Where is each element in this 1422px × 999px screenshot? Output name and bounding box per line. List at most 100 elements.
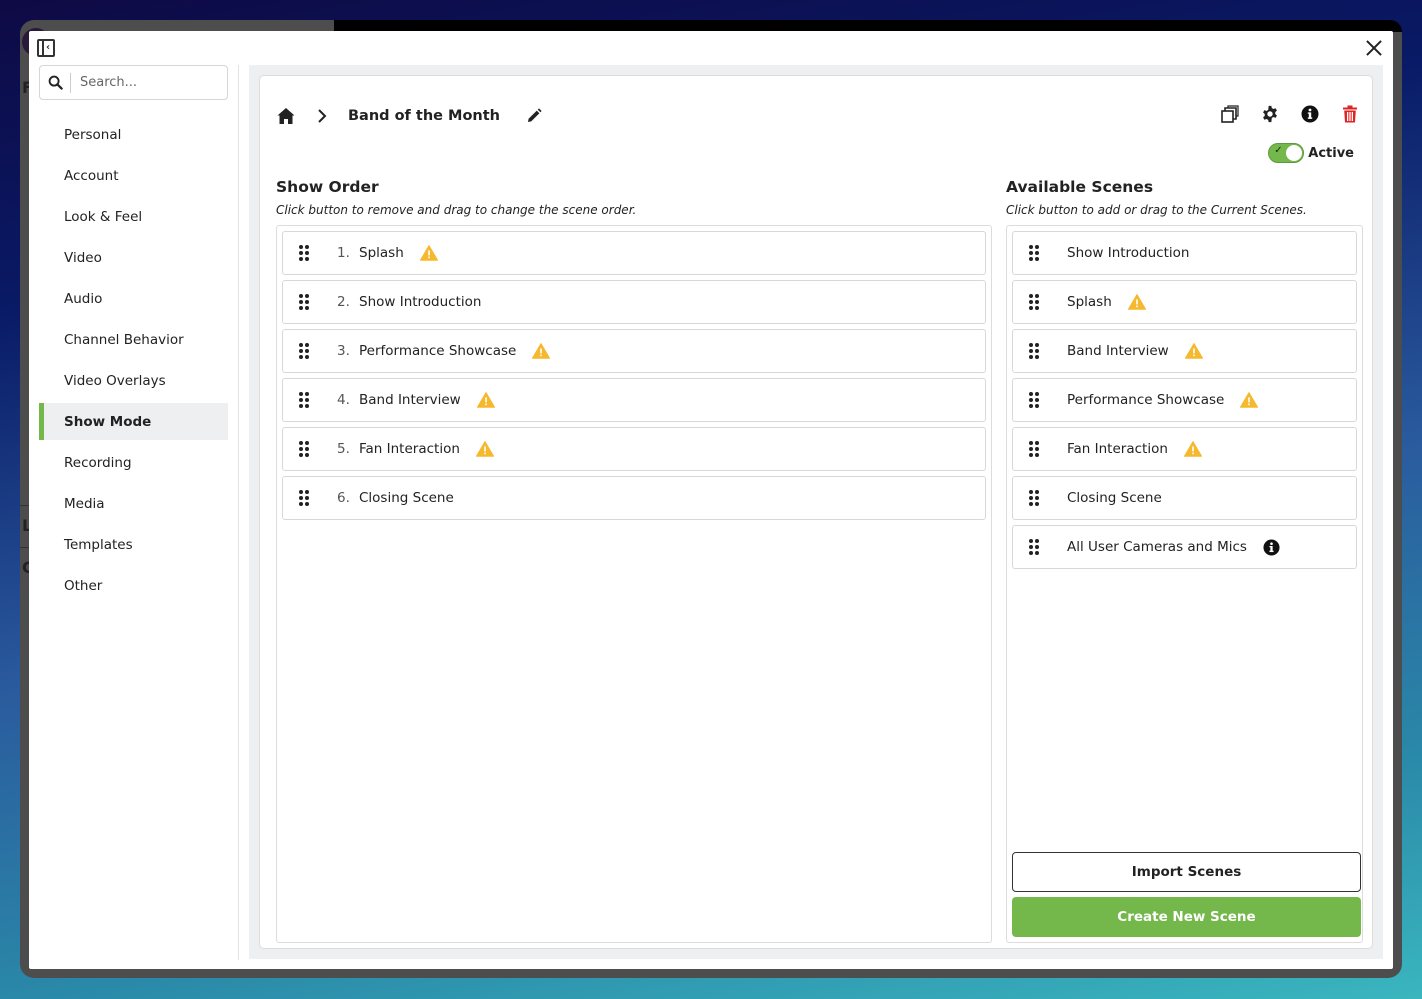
sidebar-item-other[interactable]: Other xyxy=(39,567,228,604)
warning-icon xyxy=(476,392,495,408)
available-scene-item[interactable]: Closing Scene xyxy=(1012,476,1357,520)
sidebar-item-label: Media xyxy=(64,495,105,512)
scene-name: Show Introduction xyxy=(359,294,482,310)
sidebar-item-video-overlays[interactable]: Video Overlays xyxy=(39,362,228,399)
sidebar-item-label: Show Mode xyxy=(64,413,152,430)
sidebar-item-show-mode[interactable]: Show Mode xyxy=(39,403,228,440)
pencil-icon[interactable] xyxy=(526,108,542,124)
drag-handle-icon[interactable] xyxy=(1029,539,1039,555)
search-input[interactable] xyxy=(71,75,221,90)
home-icon[interactable] xyxy=(276,106,296,126)
sidebar-item-label: Other xyxy=(64,577,103,594)
sidebar-item-personal[interactable]: Personal xyxy=(39,116,228,153)
content-area: Band of the Month ✓ Active Show Order Cl… xyxy=(249,65,1383,959)
drag-handle-icon[interactable] xyxy=(299,441,309,457)
show-order-item[interactable]: 2. Show Introduction xyxy=(282,280,986,324)
show-order-item[interactable]: 4. Band Interview xyxy=(282,378,986,422)
sidebar-item-channel-behavior[interactable]: Channel Behavior xyxy=(39,321,228,358)
warning-icon xyxy=(1240,392,1259,408)
scene-name: Show Introduction xyxy=(1067,245,1190,261)
show-order-item[interactable]: 1. Splash xyxy=(282,231,986,275)
available-scene-item[interactable]: Show Introduction xyxy=(1012,231,1357,275)
settings-sidebar: Personal Account Look & Feel Video Audio… xyxy=(39,65,229,960)
scene-name: All User Cameras and Mics xyxy=(1067,539,1247,555)
panel-collapse-icon[interactable]: ‹ xyxy=(37,39,55,57)
sidebar-item-recording[interactable]: Recording xyxy=(39,444,228,481)
create-new-scene-button[interactable]: Create New Scene xyxy=(1012,897,1361,937)
sidebar-divider xyxy=(238,65,239,960)
sidebar-item-label: Look & Feel xyxy=(64,208,143,225)
warning-icon xyxy=(419,245,438,261)
close-icon[interactable] xyxy=(1363,37,1385,59)
drag-handle-icon[interactable] xyxy=(1029,490,1039,506)
available-scene-item[interactable]: All User Cameras and Mics xyxy=(1012,525,1357,569)
available-scene-item[interactable]: Splash xyxy=(1012,280,1357,324)
active-toggle-group: ✓ Active xyxy=(1268,143,1354,163)
drag-handle-icon[interactable] xyxy=(1029,245,1039,261)
scene-number: 2. xyxy=(337,294,350,310)
info-icon[interactable] xyxy=(1300,104,1320,124)
info-icon[interactable] xyxy=(1263,538,1280,556)
drag-handle-icon[interactable] xyxy=(1029,441,1039,457)
breadcrumb: Band of the Month xyxy=(276,102,542,130)
sidebar-nav: Personal Account Look & Feel Video Audio… xyxy=(39,116,228,608)
search-box xyxy=(39,65,228,100)
toggle-knob xyxy=(1286,145,1303,161)
copy-icon[interactable] xyxy=(1220,104,1240,124)
sidebar-item-audio[interactable]: Audio xyxy=(39,280,228,317)
settings-modal: ‹ Personal Account Look & Feel Video Aud… xyxy=(29,31,1393,969)
show-order-section: Show Order Click button to remove and dr… xyxy=(276,178,992,943)
check-icon: ✓ xyxy=(1274,145,1283,156)
available-scenes-subtitle: Click button to add or drag to the Curre… xyxy=(1006,203,1307,217)
drag-handle-icon[interactable] xyxy=(1029,343,1039,359)
active-toggle[interactable]: ✓ xyxy=(1268,143,1305,163)
sidebar-item-video[interactable]: Video xyxy=(39,239,228,276)
trash-icon[interactable] xyxy=(1340,104,1360,124)
show-order-item[interactable]: 6. Closing Scene xyxy=(282,476,986,520)
gear-icon[interactable] xyxy=(1260,104,1280,124)
scene-name: Performance Showcase xyxy=(359,343,517,359)
sidebar-item-label: Templates xyxy=(64,536,133,553)
show-title: Band of the Month xyxy=(348,108,501,124)
scene-name: Closing Scene xyxy=(359,490,454,506)
scene-name: Performance Showcase xyxy=(1067,392,1225,408)
import-scenes-button[interactable]: Import Scenes xyxy=(1012,852,1361,892)
available-scene-item[interactable]: Fan Interaction xyxy=(1012,427,1357,471)
available-scene-item[interactable]: Band Interview xyxy=(1012,329,1357,373)
scene-name: Fan Interaction xyxy=(359,441,460,457)
sidebar-item-templates[interactable]: Templates xyxy=(39,526,228,563)
chevron-right-icon xyxy=(314,108,330,124)
sidebar-item-label: Account xyxy=(64,167,119,184)
sidebar-item-label: Video Overlays xyxy=(64,372,166,389)
scene-name: Splash xyxy=(359,245,404,261)
warning-icon xyxy=(532,343,551,359)
scene-name: Closing Scene xyxy=(1067,490,1162,506)
sidebar-item-account[interactable]: Account xyxy=(39,157,228,194)
drag-handle-icon[interactable] xyxy=(1029,392,1039,408)
sidebar-item-label: Recording xyxy=(64,454,132,471)
available-scenes-items: Show Introduction Splash Band Interview Per… xyxy=(1012,231,1357,569)
scene-name: Splash xyxy=(1067,294,1112,310)
scene-name: Band Interview xyxy=(359,392,461,408)
sidebar-item-label: Personal xyxy=(64,126,122,143)
scene-name: Band Interview xyxy=(1067,343,1169,359)
sidebar-item-look-and-feel[interactable]: Look & Feel xyxy=(39,198,228,235)
drag-handle-icon[interactable] xyxy=(299,343,309,359)
drag-handle-icon[interactable] xyxy=(299,392,309,408)
scene-number: 4. xyxy=(337,392,350,408)
drag-handle-icon[interactable] xyxy=(299,490,309,506)
available-scene-item[interactable]: Performance Showcase xyxy=(1012,378,1357,422)
sidebar-item-label: Audio xyxy=(64,290,103,307)
drag-handle-icon[interactable] xyxy=(299,245,309,261)
sidebar-item-media[interactable]: Media xyxy=(39,485,228,522)
drag-handle-icon[interactable] xyxy=(299,294,309,310)
show-order-item[interactable]: 3. Performance Showcase xyxy=(282,329,986,373)
show-order-item[interactable]: 5. Fan Interaction xyxy=(282,427,986,471)
scene-number: 1. xyxy=(337,245,350,261)
search-icon xyxy=(40,66,70,99)
show-order-subtitle: Click button to remove and drag to chang… xyxy=(276,203,637,217)
drag-handle-icon[interactable] xyxy=(1029,294,1039,310)
available-scenes-title: Available Scenes xyxy=(1006,178,1154,196)
scene-name: Fan Interaction xyxy=(1067,441,1168,457)
show-order-list: 1. Splash 2. Show Introduction 3. Performance… xyxy=(276,225,992,943)
